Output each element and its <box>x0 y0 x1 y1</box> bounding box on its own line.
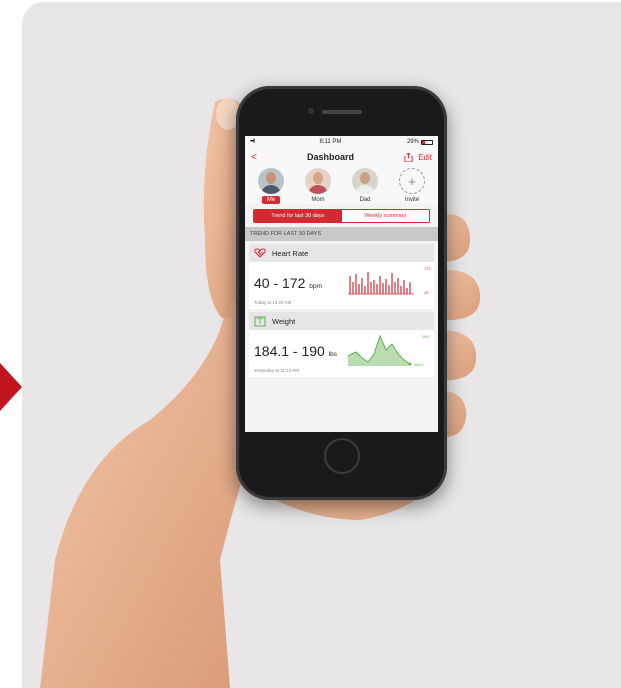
status-bar: •••ll 8:11 PM 29% <box>245 136 438 148</box>
heart-rate-card[interactable]: Heart Rate 40 - 172 bpm 172 40 Today at … <box>249 244 434 309</box>
scale-icon <box>254 316 266 326</box>
tab-weekly-summary[interactable]: Weekly summary <box>341 210 429 222</box>
heart-icon <box>254 248 266 258</box>
status-time: 8:11 PM <box>319 139 342 145</box>
add-person-icon: + <box>399 168 425 194</box>
person-name: Dad <box>359 197 371 203</box>
edit-button[interactable]: Edit <box>418 153 432 162</box>
weight-max-label: 190 <box>422 334 429 339</box>
heart-rate-sparkline: 172 40 <box>348 266 431 295</box>
metric-timestamp: Today at 10:20 AM <box>254 300 292 305</box>
app-screen: •••ll 8:11 PM 29% < Dashboard Edit Me Mo… <box>245 136 438 432</box>
metric-header: Heart Rate <box>249 244 434 262</box>
section-header: TREND FOR LAST 30 DAYS <box>245 227 438 241</box>
metric-body: 40 - 172 bpm 172 40 <box>249 262 434 300</box>
metric-label: Heart Rate <box>272 248 309 258</box>
person-name: Me <box>261 196 281 204</box>
metric-timestamp: Yesterday at 11:13 PM <box>254 368 300 373</box>
battery-percent: 29% <box>406 139 419 145</box>
person-name: Invite <box>404 197 420 203</box>
avatar <box>258 168 284 194</box>
segmented-control: Trend for last 30 days Weekly summary <box>253 209 430 223</box>
battery-indicator: 29% <box>407 139 433 145</box>
metric-body: 184.1 - 190 lbs 190 184.1 <box>249 330 434 368</box>
battery-icon <box>420 139 433 145</box>
person-dad[interactable]: Dad <box>347 168 383 204</box>
avatar <box>352 168 378 194</box>
heart-max-label: 172 <box>424 266 431 271</box>
phone-device: •••ll 8:11 PM 29% < Dashboard Edit Me Mo… <box>236 86 447 500</box>
speaker-grille <box>322 110 362 114</box>
people-selector: Me Mom Dad + Invite <box>245 166 438 204</box>
metric-value: 184.1 - 190 lbs <box>254 343 338 359</box>
weight-card[interactable]: Weight 184.1 - 190 lbs 190 184.1 Yesterd… <box>249 312 434 377</box>
share-icon[interactable] <box>404 152 413 162</box>
tab-trend-30-days[interactable]: Trend for last 30 days <box>254 210 342 222</box>
signal-icon: •••ll <box>250 139 255 145</box>
metric-value: 40 - 172 bpm <box>254 275 322 291</box>
camera-icon <box>308 108 314 114</box>
home-button[interactable] <box>324 438 360 474</box>
weight-min-label: 184.1 <box>414 362 425 367</box>
person-name: Mom <box>311 197 325 203</box>
heart-min-label: 40 <box>424 290 429 295</box>
nav-bar: < Dashboard Edit <box>245 148 438 166</box>
avatar <box>305 168 331 194</box>
metric-label: Weight <box>272 316 296 326</box>
person-invite[interactable]: + Invite <box>394 168 430 204</box>
back-chevron-icon[interactable]: < <box>251 152 257 163</box>
person-mom[interactable]: Mom <box>300 168 336 204</box>
person-me[interactable]: Me <box>253 168 289 204</box>
weight-sparkline: 190 184.1 <box>347 334 429 367</box>
metric-header: Weight <box>249 312 434 330</box>
page-title: Dashboard <box>307 152 355 162</box>
